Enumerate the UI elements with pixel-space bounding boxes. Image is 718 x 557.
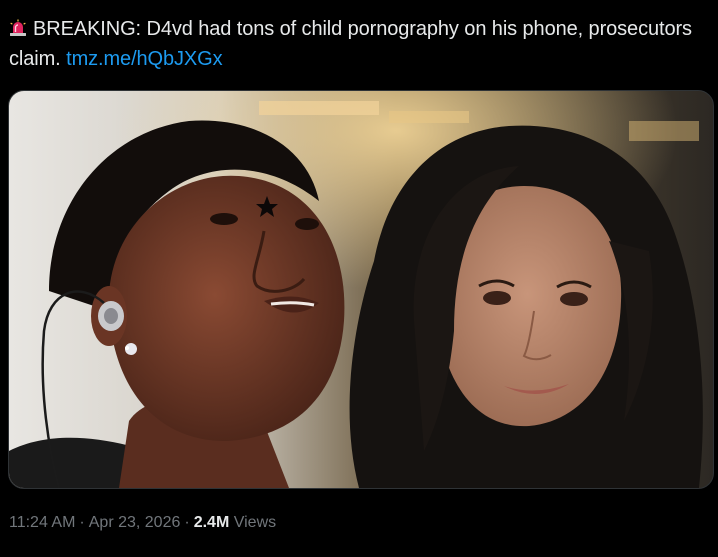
views-count: 2.4M xyxy=(193,514,230,531)
tweet-photo[interactable] xyxy=(8,90,714,489)
photo-illustration xyxy=(9,91,713,488)
views-label: Views xyxy=(233,514,277,531)
meta-separator: · xyxy=(184,514,190,531)
tweet-link[interactable]: tmz.me/hQbJXGx xyxy=(66,48,223,70)
tweet-text: BREAKING: D4vd had tons of child pornogr… xyxy=(9,14,709,74)
tweet-time[interactable]: 11:24 AM xyxy=(9,514,75,531)
meta-separator: · xyxy=(79,514,85,531)
tweet-meta: 11:24 AM · Apr 23, 2026 · 2.4M Views xyxy=(9,513,276,533)
police-siren-icon xyxy=(9,16,27,36)
tweet-date[interactable]: Apr 23, 2026 xyxy=(89,514,181,531)
